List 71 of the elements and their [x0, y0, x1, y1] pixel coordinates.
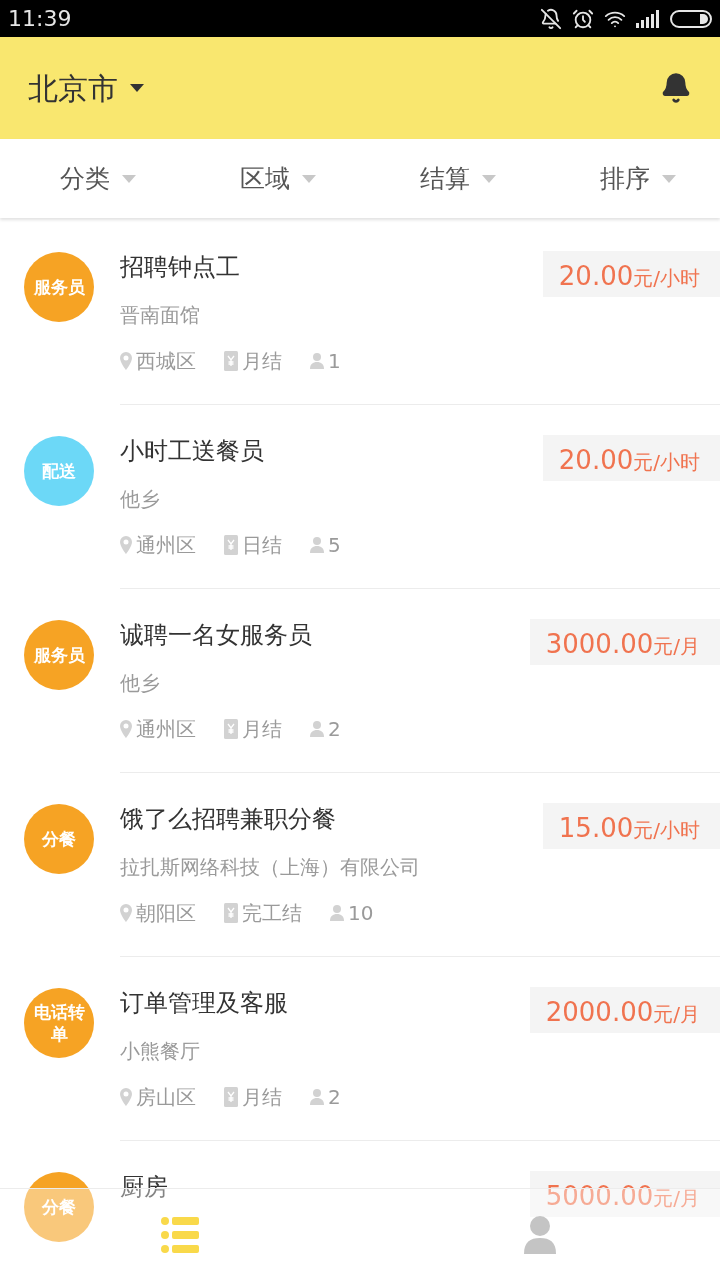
- job-title: 招聘钟点工: [120, 252, 240, 283]
- filter-dropdown[interactable]: 分类: [0, 139, 180, 218]
- district-text: 房山区: [136, 1084, 196, 1111]
- location-pin-icon: [120, 904, 132, 922]
- category-badge: 配送: [24, 436, 94, 506]
- company-name: 小熊餐厅: [120, 1038, 201, 1065]
- headcount-text: 2: [328, 1084, 341, 1111]
- list-icon: [161, 1216, 199, 1253]
- caret-icon: [302, 174, 316, 183]
- caret-icon: [482, 174, 496, 183]
- notification-bell-icon[interactable]: [660, 72, 692, 104]
- filter-dropdown[interactable]: 区域: [180, 139, 360, 218]
- caret-icon: [130, 84, 144, 92]
- wage-tag: 15.00元/小时: [542, 803, 720, 849]
- settlement-text: 月结: [242, 1084, 282, 1111]
- wage-tag: 5000.00元/月: [529, 1171, 720, 1217]
- settlement-text: 完工结: [242, 900, 302, 927]
- battery-icon: [670, 9, 712, 28]
- location-pin-icon: [120, 536, 132, 554]
- filter-dropdown[interactable]: 排序: [540, 139, 720, 218]
- wage-tag: 20.00元/小时: [542, 435, 720, 481]
- location-pin-icon: [120, 720, 132, 738]
- headcount-text: 1: [328, 348, 341, 375]
- settlement-text: 月结: [242, 716, 282, 743]
- yuan-card-icon: [224, 719, 238, 739]
- wage-tag: 20.00元/小时: [542, 251, 720, 297]
- headcount-text: 5: [328, 532, 341, 559]
- company-name: 晋南面馆: [120, 302, 201, 329]
- category-badge: 电话转单: [24, 988, 94, 1058]
- job-title: 订单管理及客服: [120, 988, 288, 1019]
- person-icon: [310, 537, 324, 553]
- yuan-card-icon: [224, 535, 238, 555]
- job-title: 厨房: [120, 1172, 168, 1203]
- company-name: 他乡: [120, 670, 161, 697]
- yuan-card-icon: [224, 351, 238, 371]
- caret-icon: [122, 174, 136, 183]
- person-icon: [330, 905, 344, 921]
- person-icon: [310, 353, 324, 369]
- wage-tag: 2000.00元/月: [529, 987, 720, 1033]
- yuan-card-icon: [224, 903, 238, 923]
- settlement-text: 日结: [242, 532, 282, 559]
- location-pin-icon: [120, 352, 132, 370]
- category-badge: 服务员: [24, 620, 94, 690]
- job-title: 饿了么招聘兼职分餐: [120, 804, 336, 835]
- wage-tag: 3000.00元/月: [529, 619, 720, 665]
- job-title: 小时工送餐员: [120, 436, 264, 467]
- alarm-icon: [572, 7, 594, 30]
- signal-icon: [636, 9, 660, 28]
- category-badge: 分餐: [24, 1172, 94, 1242]
- person-icon: [310, 721, 324, 737]
- caret-icon: [662, 174, 676, 183]
- district-text: 西城区: [136, 348, 196, 375]
- job-title: 诚聘一名女服务员: [120, 620, 312, 651]
- yuan-card-icon: [224, 1087, 238, 1107]
- mute-icon: [540, 7, 562, 30]
- district-text: 通州区: [136, 716, 196, 743]
- location-pin-icon: [120, 1088, 132, 1106]
- city-selector[interactable]: 北京市: [28, 65, 144, 111]
- headcount-text: 2: [328, 716, 341, 743]
- settlement-text: 月结: [242, 348, 282, 375]
- person-icon: [310, 1089, 324, 1105]
- person-icon: [524, 1215, 556, 1254]
- category-badge: 服务员: [24, 252, 94, 322]
- district-text: 通州区: [136, 532, 196, 559]
- filter-dropdown[interactable]: 结算: [360, 139, 540, 218]
- status-time: 11:39: [8, 5, 72, 33]
- company-name: 他乡: [120, 486, 161, 513]
- district-text: 朝阳区: [136, 900, 196, 927]
- headcount-text: 10: [348, 900, 374, 927]
- company-name: 拉扎斯网络科技（上海）有限公司: [120, 854, 421, 881]
- category-badge: 分餐: [24, 804, 94, 874]
